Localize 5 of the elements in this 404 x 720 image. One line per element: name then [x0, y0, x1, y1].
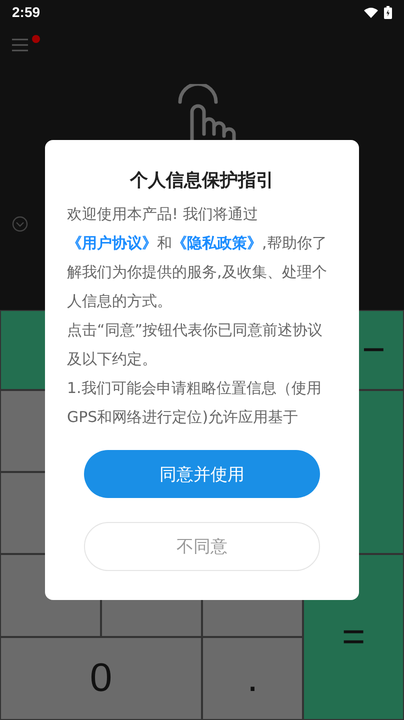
- body-paragraph: 点击“同意”按钮代表你已同意前述协议及以下约定。: [67, 320, 324, 370]
- status-time: 2:59: [12, 4, 40, 20]
- intro-paragraph: 欢迎使用本产品! 我们将通过 《用户协议》和《隐私政策》,帮助你了解我们为你提供的服务,及收集、处理个人信息的方式。: [67, 204, 328, 312]
- body-paragraph: 1.我们可能会申请粗略位置信息（使用GPS和网络进行定位)允许应用基于: [67, 378, 322, 428]
- dialog-title: 个人信息保护指引: [130, 169, 274, 192]
